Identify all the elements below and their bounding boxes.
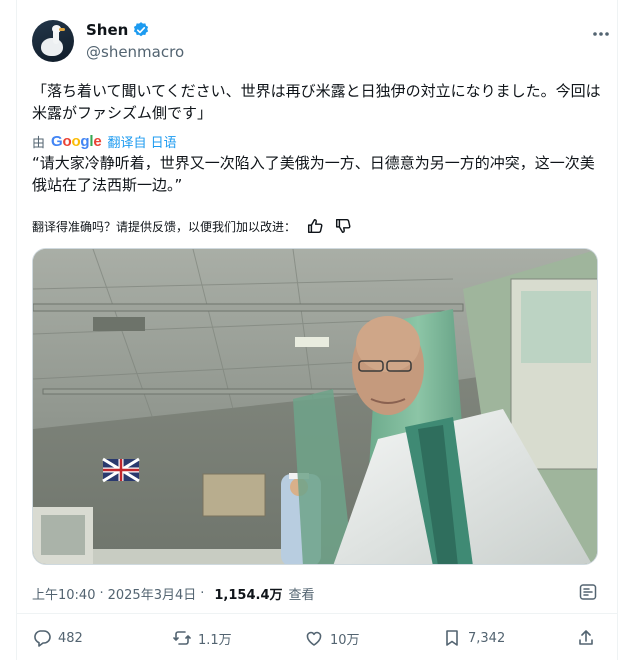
tweet-media-image[interactable] [32, 248, 598, 565]
like-button[interactable]: 10万 [304, 628, 360, 648]
thumbs-down-icon[interactable] [334, 217, 352, 235]
bookmark-button[interactable]: 7,342 [442, 628, 505, 648]
share-icon [579, 630, 593, 645]
tweet-time[interactable]: 上午10:40 [32, 584, 95, 603]
translated-prefix: 由 [32, 136, 46, 151]
views-count: 1,154.4万 [214, 588, 283, 603]
handle[interactable]: @shenmacro [86, 43, 184, 61]
like-icon [306, 631, 322, 646]
meta-separator-2: · [200, 586, 205, 601]
views-label: 查看 [288, 588, 315, 603]
reply-icon [34, 630, 51, 647]
hospital-scene-image [33, 249, 597, 564]
tweet-meta: 上午10:40 · 2025年3月4日 · 1,154.4万 查看 [32, 584, 315, 603]
tweet-actions: 482 1.1万 10万 7,342 [32, 628, 598, 652]
reply-button[interactable]: 482 [32, 628, 83, 648]
bookmark-icon [446, 630, 458, 646]
tweet-header: Shen @shenmacro [32, 20, 184, 62]
user-info: Shen @shenmacro [86, 21, 184, 61]
avatar-bird-body [41, 38, 63, 56]
avatar[interactable] [32, 20, 74, 62]
thumbs-up-icon[interactable] [306, 217, 324, 235]
feedback-prompt: 翻译得准确吗？请提供反馈，以便我们加以改进： [32, 219, 297, 234]
display-name[interactable]: Shen [86, 21, 128, 39]
divider [16, 613, 617, 614]
more-icon[interactable] [591, 24, 611, 44]
google-logo: Google [51, 133, 102, 150]
timeline-border-right [617, 0, 618, 660]
meta-separator: · [99, 586, 104, 601]
reply-count: 482 [58, 630, 83, 646]
translate-source-link[interactable]: 翻译自 日语 [108, 132, 177, 151]
translation-feedback: 翻译得准确吗？请提供反馈，以便我们加以改进： [32, 217, 352, 235]
bookmark-count: 7,342 [468, 630, 506, 646]
timeline-border-left [16, 0, 17, 660]
repost-icon [173, 631, 191, 645]
translation-attribution: 由 Google 翻译自 日语 [32, 132, 177, 151]
tweet-date[interactable]: 2025年3月4日 [108, 584, 197, 603]
verified-badge-icon[interactable] [132, 21, 150, 39]
grok-icon[interactable] [578, 582, 598, 602]
tweet-text-translated: “请大家冷静听着，世界又一次陷入了美俄为一方、日德意为另一方的冲突，这一次美俄站… [32, 154, 595, 194]
share-button[interactable] [576, 628, 602, 648]
tweet-text-original: 「落ち着いて聞いてください、世界は再び米露と日独伊の対立になりました。今回は米露… [32, 82, 601, 122]
display-name-row: Shen [86, 21, 184, 39]
avatar-bird-beak [59, 28, 65, 31]
repost-count: 1.1万 [198, 632, 232, 648]
repost-button[interactable]: 1.1万 [172, 628, 232, 648]
like-count: 10万 [330, 632, 360, 648]
